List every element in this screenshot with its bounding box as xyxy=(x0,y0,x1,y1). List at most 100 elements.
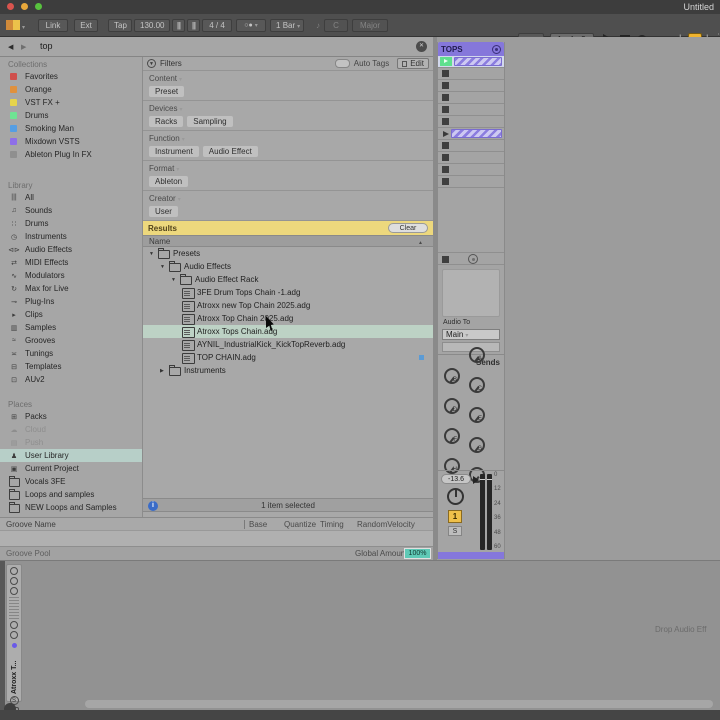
disclosure-icon[interactable] xyxy=(149,251,158,257)
clip-slot[interactable] xyxy=(438,56,504,68)
clip-slot[interactable] xyxy=(438,152,504,164)
info-icon[interactable]: i xyxy=(148,501,158,511)
clip-slot[interactable] xyxy=(438,176,504,188)
forward-arrow-icon[interactable]: ▶ xyxy=(21,43,26,51)
control-surface-icon[interactable] xyxy=(6,16,25,34)
sidebar-item[interactable]: ↻ Max for Live xyxy=(0,282,142,295)
result-row[interactable]: Atroxx Tops Chain.adg xyxy=(143,325,433,338)
sidebar-item[interactable]: Mixdown VSTS xyxy=(0,135,142,148)
send-knob[interactable]: E xyxy=(469,407,485,423)
collapse-filters-icon[interactable]: ▼ xyxy=(147,59,156,68)
clear-search-icon[interactable]: ✕ xyxy=(416,41,427,52)
filter-section-header[interactable]: Function xyxy=(143,133,433,145)
clip-slot[interactable] xyxy=(438,68,504,80)
sidebar-item[interactable]: VST FX + xyxy=(0,96,142,109)
sidebar-item[interactable]: ≈ Grooves xyxy=(0,334,142,347)
sidebar-item[interactable]: ▣ Current Project xyxy=(0,462,142,475)
back-arrow-icon[interactable]: ◀ xyxy=(8,43,13,51)
clip-launch-button[interactable] xyxy=(443,131,449,137)
disclosure-icon[interactable] xyxy=(160,368,169,374)
time-signature-field[interactable]: 4 / 4 xyxy=(202,19,232,32)
result-row[interactable]: Audio Effect Rack xyxy=(143,273,433,286)
sidebar-item[interactable]: NEW Loops and Samples xyxy=(0,501,142,514)
sidebar-item[interactable]: ≍ Tunings xyxy=(0,347,142,360)
track-fold-icon[interactable] xyxy=(492,45,501,54)
sidebar-item[interactable]: ||| All xyxy=(0,191,142,204)
clip-slot[interactable] xyxy=(438,128,504,140)
disclosure-icon[interactable] xyxy=(171,277,180,283)
sidebar-item[interactable]: ☁ Cloud xyxy=(0,423,142,436)
filter-tag[interactable]: Audio Effect xyxy=(203,146,258,157)
disclosure-icon[interactable] xyxy=(160,264,169,270)
device-activator-icon[interactable] xyxy=(10,567,18,575)
track-activator-button[interactable]: 1 xyxy=(448,510,462,523)
result-row[interactable]: 3FE Drum Tops Chain -1.adg xyxy=(143,286,433,299)
result-row[interactable]: Instruments xyxy=(143,364,433,377)
filter-section-header[interactable]: Format xyxy=(143,163,433,175)
clip-slot[interactable] xyxy=(438,116,504,128)
filter-tag[interactable]: Preset xyxy=(149,86,184,97)
send-knob[interactable]: C xyxy=(469,377,485,393)
clip-launch-button[interactable] xyxy=(442,118,449,125)
sidebar-item[interactable]: ◷ Instruments xyxy=(0,230,142,243)
sidebar-item[interactable]: ⊞ Packs xyxy=(0,410,142,423)
traffic-light-icon[interactable] xyxy=(35,3,42,10)
send-knob[interactable]: G xyxy=(469,437,485,453)
sidebar-item[interactable]: Favorites xyxy=(0,70,142,83)
sidebar-item[interactable]: Smoking Man xyxy=(0,122,142,135)
edit-tags-button[interactable]: Edit xyxy=(397,58,429,69)
tap-tempo-button[interactable]: Tap xyxy=(108,19,132,32)
solo-button[interactable]: S xyxy=(448,526,462,536)
save-preset-icon[interactable] xyxy=(10,587,18,595)
sidebar-item[interactable]: Orange xyxy=(0,83,142,96)
send-knob[interactable]: B xyxy=(444,368,460,384)
traffic-light-icon[interactable] xyxy=(21,3,28,10)
nudge-down-button[interactable]: ||| xyxy=(172,19,185,32)
sidebar-item[interactable]: ♫ Sounds xyxy=(0,204,142,217)
volume-fader-handle[interactable] xyxy=(473,476,479,484)
result-row[interactable]: Audio Effects xyxy=(143,260,433,273)
clip[interactable] xyxy=(451,129,502,138)
global-amount-value[interactable]: 100% xyxy=(404,548,431,559)
clip-slot[interactable] xyxy=(438,92,504,104)
clip-launch-button[interactable] xyxy=(442,178,449,185)
metronome-button[interactable]: ○● xyxy=(236,19,266,32)
result-row[interactable]: TOP CHAIN.adg xyxy=(143,351,433,364)
search-input[interactable]: top xyxy=(40,41,53,51)
clear-filters-button[interactable]: Clear xyxy=(388,223,428,233)
send-knob[interactable]: D xyxy=(444,398,460,414)
clip-launch-button[interactable] xyxy=(442,106,449,113)
clip-launch-button[interactable] xyxy=(442,94,449,101)
device-option-icon[interactable] xyxy=(10,621,18,629)
sidebar-item[interactable]: Drums xyxy=(0,109,142,122)
filter-tag[interactable]: Sampling xyxy=(187,116,232,127)
device-title-bar[interactable]: Atroxx T... S xyxy=(6,564,22,702)
result-row[interactable]: Presets xyxy=(143,247,433,260)
sidebar-item[interactable]: ⇄ MIDI Effects xyxy=(0,256,142,269)
sidebar-item[interactable]: ⊡ AUv2 xyxy=(0,373,142,386)
sidebar-item[interactable]: Vocals 3FE xyxy=(0,475,142,488)
send-knob[interactable]: A xyxy=(469,347,485,363)
result-row[interactable]: Atroxx new Top Chain 2025.adg xyxy=(143,299,433,312)
sidebar-item[interactable]: ∿ Modulators xyxy=(0,269,142,282)
sidebar-item[interactable]: ▤ Push xyxy=(0,436,142,449)
filter-section-header[interactable]: Content xyxy=(143,73,433,85)
name-column-header[interactable]: Name ▲ xyxy=(143,235,433,247)
stop-all-clips-button[interactable] xyxy=(442,256,449,263)
filter-tag[interactable]: Racks xyxy=(149,116,183,127)
traffic-light-icon[interactable] xyxy=(7,3,14,10)
clip-launch-button[interactable] xyxy=(440,57,452,66)
clip-launch-button[interactable] xyxy=(442,82,449,89)
clip-launch-button[interactable] xyxy=(442,142,449,149)
link-button[interactable]: Link xyxy=(38,19,68,32)
volume-value[interactable]: -13.6 xyxy=(441,474,471,484)
filter-section-header[interactable]: Devices xyxy=(143,103,433,115)
clip-slot[interactable] xyxy=(438,104,504,116)
send-knob[interactable]: F xyxy=(444,428,460,444)
sidebar-item[interactable]: Ableton Plug In FX xyxy=(0,148,142,161)
tempo-field[interactable]: 130.00 xyxy=(134,19,170,32)
nudge-up-button[interactable]: ||| xyxy=(187,19,200,32)
clip-slot[interactable] xyxy=(438,80,504,92)
result-row[interactable]: AYNIL_IndustrialKick_KickTopReverb.adg xyxy=(143,338,433,351)
scale-field[interactable]: Major xyxy=(352,19,388,32)
